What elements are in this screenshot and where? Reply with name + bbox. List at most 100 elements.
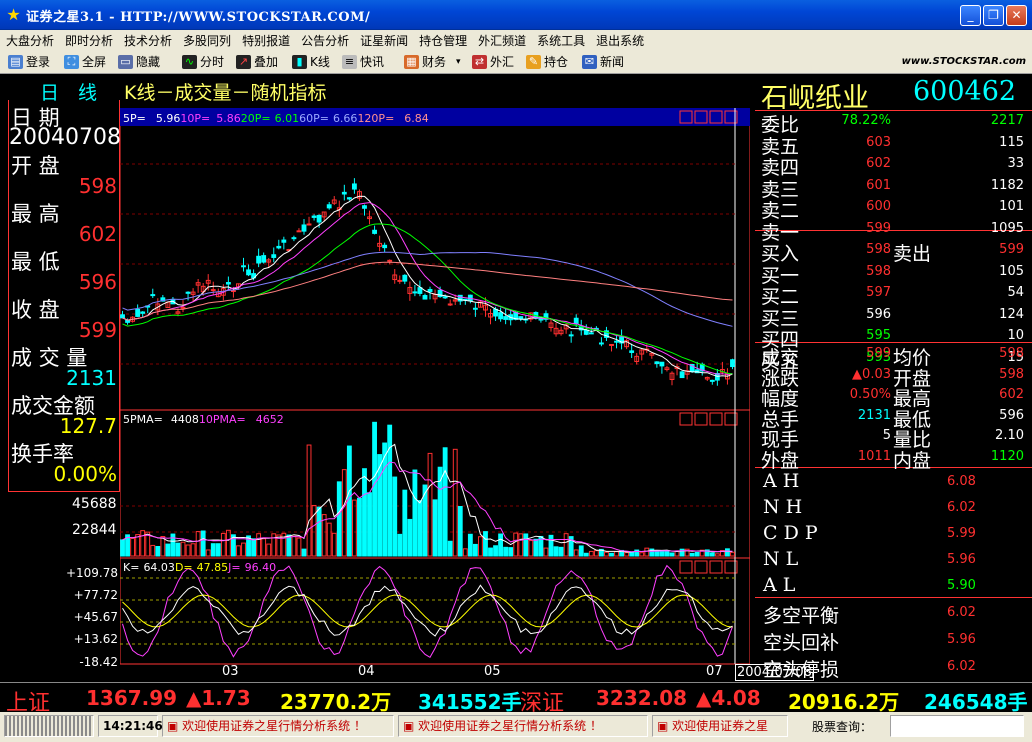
- minimize-button[interactable]: _: [960, 5, 981, 26]
- flash-news-icon: ≡: [342, 55, 357, 69]
- forex-button[interactable]: ⇄ 外汇: [472, 53, 514, 71]
- quote-buy1v-volume: 105: [999, 263, 1024, 279]
- stock-query-input[interactable]: [890, 715, 1024, 737]
- ma5-value: 5.96: [155, 112, 181, 125]
- vol-axis-high: 45688: [72, 496, 117, 512]
- vol-ma10-line: [122, 461, 733, 553]
- volume-bar: [190, 543, 196, 557]
- hide-button[interactable]: ▭ 隐藏: [118, 53, 160, 71]
- sh-volume: 341552手: [418, 690, 522, 714]
- fullscreen-icon: ⛶: [64, 55, 79, 69]
- kline-chart[interactable]: [120, 108, 750, 668]
- candle-body: [316, 214, 322, 223]
- finance-dropdown-arrow[interactable]: ▾: [456, 57, 461, 67]
- quote-sellout-label: 卖出: [893, 243, 932, 265]
- volume-bar: [351, 499, 357, 557]
- window-title: 证券之星3.1 - HTTP://WWW.STOCKSTAR.COM/: [26, 10, 371, 25]
- kdj-panel-ctrl-icon: [709, 560, 723, 574]
- kdj-legend: K= 64.03D= 47.85J= 96.40: [123, 561, 276, 574]
- quote-buy1-price: 598: [866, 263, 891, 279]
- quote-weibi-price: 78.22%: [841, 113, 891, 128]
- news-button[interactable]: ✉ 新闻: [582, 53, 624, 71]
- vol-ma10-label: 10PMA=: [198, 413, 246, 426]
- volume-bar: [467, 533, 473, 557]
- flash-news-button[interactable]: ≡ 快讯: [342, 53, 384, 71]
- volume-bar: [175, 542, 181, 557]
- quote-buy4-price: 595: [866, 328, 891, 343]
- menu-forex[interactable]: 外汇频道: [472, 30, 531, 49]
- menu-market-analysis[interactable]: 大盘分析: [0, 30, 59, 49]
- volume-bar: [588, 550, 594, 557]
- stock-code: 600462: [913, 76, 1017, 107]
- quote-sell1v-volume: 1095: [990, 220, 1024, 236]
- left-info-panel: 日 期 20040708 开 盘 598 最 高 602 最 低 596 收 盘…: [8, 100, 121, 492]
- volume-bar: [165, 543, 171, 557]
- holdings-button[interactable]: ✎ 持仓: [526, 53, 568, 71]
- candle-body: [261, 255, 267, 263]
- close-button[interactable]: ✕: [1006, 5, 1027, 26]
- candle-body: [472, 307, 478, 310]
- close-value: 599: [78, 318, 117, 342]
- menu-announcement[interactable]: 公告分析: [295, 30, 354, 49]
- menu-news[interactable]: 证星新闻: [354, 30, 413, 49]
- volume-bar: [543, 547, 549, 557]
- indicator-label: A H: [763, 470, 800, 492]
- fullscreen-button[interactable]: ⛶ 全屏: [64, 53, 106, 71]
- volume-bar: [664, 550, 670, 557]
- finance-button[interactable]: ▦ 财务: [404, 53, 446, 71]
- quote-sellout-price: 599: [999, 242, 1024, 257]
- volume-bar: [236, 545, 241, 557]
- volume-bar: [392, 476, 398, 557]
- k-label: K=: [123, 561, 140, 574]
- volume-bar: [241, 542, 246, 557]
- vol-legend: 5PMA= 440810PMA= 4652: [123, 413, 284, 426]
- status-bar: 14:21:46 ▣ 欢迎使用证券之星行情分析系统 ！ ▣ 欢迎使用证券之星行情…: [0, 712, 1032, 742]
- volume-bar: [256, 533, 262, 557]
- candle-body: [256, 255, 262, 264]
- volume-bar: [261, 538, 267, 557]
- sz-volume: 246548手: [924, 690, 1028, 714]
- volume-bar: [296, 537, 302, 557]
- volume-bar: [316, 506, 322, 557]
- low-value: 596: [78, 270, 117, 294]
- index-ticker-bar: 上证 1367.99 ▲1.73 23770.2万 341552手 深证 323…: [0, 682, 1032, 716]
- maximize-button[interactable]: ❐: [983, 5, 1004, 26]
- x-tick-03: 03: [222, 664, 239, 679]
- quote-weicha-volume: 2217: [990, 113, 1024, 128]
- signal-value: 5.96: [947, 632, 976, 647]
- volume-bar: [387, 424, 393, 557]
- candle-body: [140, 311, 146, 314]
- menu-bar: 大盘分析 即时分析 技术分析 多股同列 特别报道 公告分析 证星新闻 持仓管理 外汇频道 系统工具…: [0, 30, 1032, 50]
- title-bar[interactable]: ★ 证券之星3.1 - HTTP://WWW.STOCKSTAR.COM/ _ …: [0, 0, 1032, 30]
- menu-special-report[interactable]: 特别报道: [236, 30, 295, 49]
- ma60-label: 60P=: [299, 112, 329, 125]
- candle-body: [598, 342, 604, 345]
- menu-multi-stock[interactable]: 多股同列: [177, 30, 236, 49]
- stock-query-label: 股票查询：: [812, 720, 873, 734]
- candle-body: [659, 361, 665, 367]
- kdj-axis-1: +109.78: [65, 566, 118, 580]
- menu-exit[interactable]: 退出系统: [590, 30, 649, 49]
- x-tick-05: 05: [484, 664, 501, 679]
- volume-bar: [220, 532, 226, 557]
- login-button[interactable]: ▤ 登录: [8, 53, 50, 71]
- menu-realtime-analysis[interactable]: 即时分析: [59, 30, 118, 49]
- menu-position[interactable]: 持仓管理: [413, 30, 472, 49]
- volume-bar: [346, 445, 352, 557]
- candle-body: [125, 319, 130, 323]
- intraday-button[interactable]: ∿ 分时: [182, 53, 224, 71]
- volume-bar: [573, 549, 579, 557]
- indicator-label: N L: [763, 548, 799, 570]
- j-value: 96.40: [244, 561, 277, 574]
- signal-value: 6.02: [947, 659, 976, 674]
- volume-bar: [563, 533, 569, 557]
- menu-technical-analysis[interactable]: 技术分析: [118, 30, 177, 49]
- overlay-button[interactable]: ↗ 叠加: [236, 53, 278, 71]
- volume-bar: [644, 547, 650, 557]
- menu-system-tools[interactable]: 系统工具: [531, 30, 590, 49]
- indicator-value: 5.90: [947, 578, 976, 593]
- volume-bar: [402, 489, 408, 557]
- volume-bar: [447, 540, 453, 557]
- candle-body: [346, 197, 352, 200]
- kline-button[interactable]: ▮ K线: [292, 53, 330, 71]
